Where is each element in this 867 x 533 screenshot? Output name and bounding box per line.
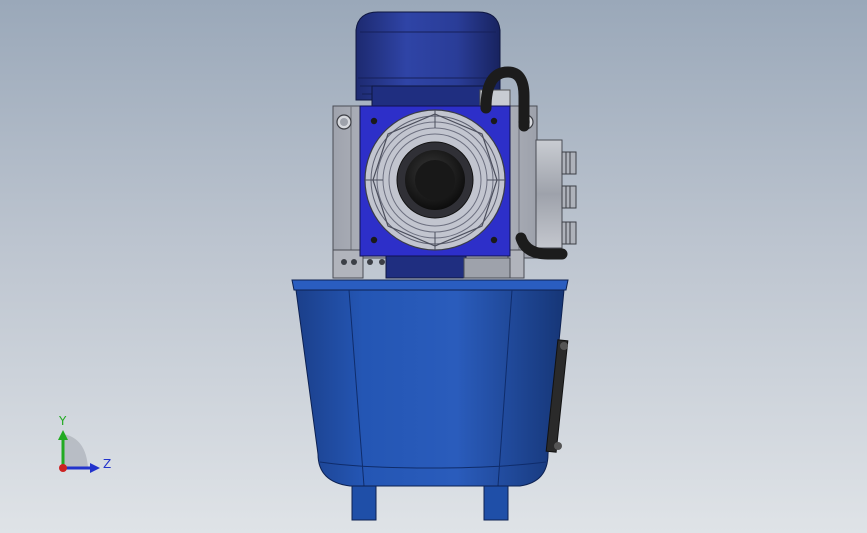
z-axis-label: Z bbox=[103, 457, 112, 471]
x-axis-dot-icon bbox=[59, 464, 67, 472]
cad-viewport[interactable]: Y Z bbox=[0, 0, 867, 533]
oil-tank[interactable] bbox=[291, 279, 569, 521]
fan-cover[interactable] bbox=[359, 105, 511, 257]
valve-block[interactable] bbox=[535, 139, 577, 249]
y-axis-label: Y bbox=[59, 414, 67, 428]
motor[interactable] bbox=[355, 11, 501, 107]
hydraulic-power-unit-model[interactable] bbox=[0, 0, 867, 533]
z-axis-arrow-icon bbox=[90, 463, 100, 473]
orientation-triad: Y Z bbox=[48, 412, 118, 482]
